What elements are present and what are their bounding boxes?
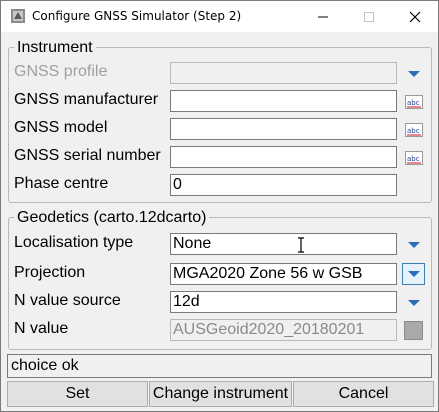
title-bar: Configure GNSS Simulator (Step 2) [1, 1, 438, 32]
svg-text:abc: abc [407, 155, 420, 163]
chevron-down-icon [407, 71, 420, 77]
change-instrument-button[interactable]: Change instrument [149, 381, 292, 407]
localisation-type-field[interactable]: None [170, 233, 397, 255]
svg-text:abc: abc [407, 99, 420, 107]
geodetics-group-title: Geodetics (carto.12dcarto) [14, 209, 210, 227]
n-value-source-label: N value source [14, 292, 121, 309]
gnss-manufacturer-field[interactable] [170, 90, 397, 112]
gnss-profile-field [170, 62, 397, 84]
gnss-model-text-button[interactable]: abc [402, 119, 425, 141]
gnss-serial-number-text-button[interactable]: abc [402, 147, 425, 169]
phase-centre-field[interactable]: 0 [170, 174, 397, 196]
instrument-group-title: Instrument [14, 39, 96, 57]
n-value-source-dropdown-button[interactable] [402, 292, 425, 314]
phase-centre-label: Phase centre [14, 175, 109, 192]
projection-field[interactable]: MGA2020 Zone 56 w GSB [170, 263, 397, 285]
localisation-type-dropdown-button[interactable] [402, 234, 425, 256]
gnss-serial-number-field[interactable] [170, 146, 397, 168]
projection-dropdown-button[interactable] [402, 263, 425, 285]
close-button[interactable] [392, 1, 438, 32]
abc-text-icon: abc [404, 95, 423, 109]
gnss-serial-number-label: GNSS serial number [14, 147, 161, 164]
status-bar: choice ok [7, 354, 432, 378]
svg-text:abc: abc [407, 127, 420, 135]
gnss-model-field[interactable] [170, 118, 397, 140]
window-title: Configure GNSS Simulator (Step 2) [32, 9, 242, 23]
minimize-icon [318, 16, 328, 17]
dialog-window: Configure GNSS Simulator (Step 2) Instru… [0, 0, 439, 412]
text-cursor-icon [298, 237, 304, 253]
gnss-manufacturer-text-button[interactable]: abc [402, 91, 425, 113]
maximize-icon [364, 11, 374, 22]
maximize-button[interactable] [346, 1, 392, 32]
n-value-field: AUSGeoid2020_20180201 [170, 319, 397, 341]
abc-text-icon: abc [404, 123, 423, 137]
abc-text-icon: abc [404, 151, 423, 165]
n-value-file-button [404, 321, 423, 340]
cancel-button[interactable]: Cancel [293, 381, 434, 407]
close-icon [409, 11, 421, 22]
app-icon [11, 9, 25, 23]
gnss-profile-label: GNSS profile [14, 63, 108, 80]
set-button[interactable]: Set [7, 381, 148, 407]
gnss-profile-dropdown-button[interactable] [402, 63, 425, 85]
n-value-source-field[interactable]: 12d [170, 291, 397, 313]
gnss-manufacturer-label: GNSS manufacturer [14, 91, 159, 108]
localisation-type-label: Localisation type [14, 234, 134, 251]
gnss-model-label: GNSS model [14, 119, 108, 136]
n-value-label: N value [14, 320, 69, 337]
chevron-down-icon [407, 300, 420, 306]
minimize-button[interactable] [300, 1, 346, 32]
chevron-down-icon [407, 242, 420, 248]
chevron-down-icon [407, 271, 420, 277]
projection-label: Projection [14, 264, 86, 281]
